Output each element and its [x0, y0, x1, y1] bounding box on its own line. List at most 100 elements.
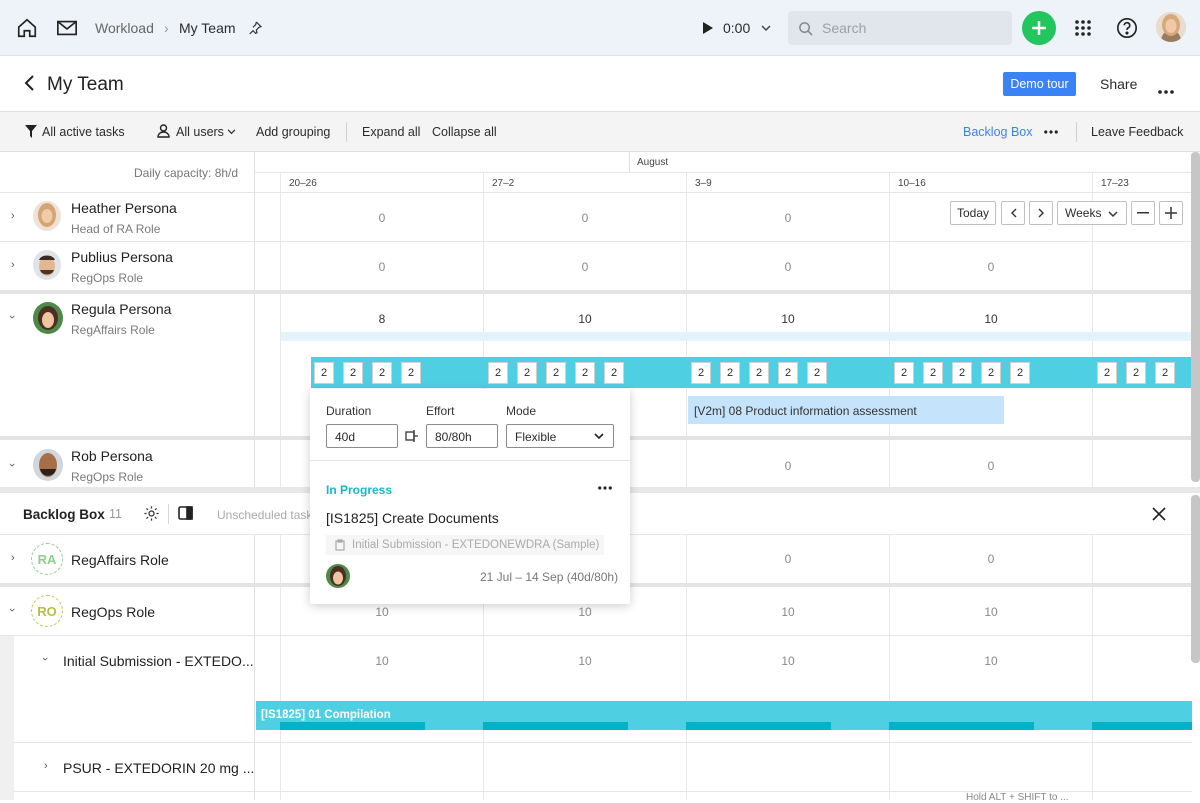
view-select[interactable]: Weeks [1057, 201, 1127, 225]
zoom-out-button[interactable] [1131, 201, 1155, 225]
person-name[interactable]: Publius Persona [71, 249, 173, 265]
allocation-cell[interactable]: 2 [604, 362, 624, 384]
settings-gear-icon[interactable] [143, 505, 160, 522]
avatar [33, 302, 63, 334]
capacity-value: 10 [781, 654, 795, 668]
next-button[interactable] [1029, 201, 1053, 225]
zoom-in-button[interactable] [1159, 201, 1183, 225]
collapse-chevron-icon[interactable]: › [6, 315, 18, 319]
backlog-box-link[interactable]: Backlog Box [963, 125, 1032, 139]
project-chip[interactable]: Initial Submission - EXTEDONEWDRA (Sampl… [326, 535, 604, 555]
project-link: Initial Submission - EXTEDONEWDRA (Sampl… [352, 539, 600, 551]
link-icon[interactable] [403, 429, 419, 443]
allocation-cell[interactable]: 2 [981, 362, 1001, 384]
avatar [33, 449, 63, 481]
collapse-all-button[interactable]: Collapse all [432, 125, 497, 139]
role-name[interactable]: RegAffairs Role [71, 552, 169, 568]
role-initials: RO [37, 603, 57, 619]
collapse-chevron-icon[interactable]: › [39, 657, 51, 661]
demo-tour-button[interactable]: Demo tour [1003, 72, 1076, 96]
mode-select[interactable]: Flexible [506, 424, 614, 448]
add-grouping-button[interactable]: Add grouping [256, 125, 330, 139]
allocation-cell[interactable]: 2 [546, 362, 566, 384]
prev-button[interactable] [1001, 201, 1025, 225]
expand-chevron-icon[interactable]: › [44, 760, 48, 772]
allocation-cell[interactable]: 2 [778, 362, 798, 384]
capacity-value: 8 [378, 312, 386, 326]
group-divider [0, 290, 1200, 294]
allocation-cell[interactable]: 2 [488, 362, 508, 384]
more-options-icon[interactable] [598, 486, 612, 490]
allocation-cell[interactable]: 2 [923, 362, 943, 384]
allocation-cell[interactable]: 2 [1155, 362, 1175, 384]
allocation-cell[interactable]: 2 [952, 362, 972, 384]
project-name[interactable]: PSUR - EXTEDORIN 20 mg ... [63, 760, 254, 776]
unscheduled-tasks-label[interactable]: Unscheduled tasks [217, 508, 310, 522]
collapse-chevron-icon[interactable]: › [6, 463, 18, 467]
scrollbar[interactable] [1191, 495, 1200, 663]
more-options-icon[interactable] [1044, 130, 1058, 134]
person-name[interactable]: Regula Persona [71, 301, 171, 317]
help-icon[interactable] [1113, 14, 1141, 42]
effort-input[interactable]: 80/80h [426, 424, 498, 448]
allocation-segment [686, 722, 831, 730]
breadcrumb-workload[interactable]: Workload [95, 20, 154, 36]
panel-toggle-icon[interactable] [178, 506, 193, 520]
capacity-value: 10 [984, 654, 998, 668]
create-button[interactable] [1022, 11, 1056, 45]
expand-all-button[interactable]: Expand all [362, 125, 420, 139]
allocation-cell[interactable]: 2 [517, 362, 537, 384]
allocation-cell[interactable]: 2 [807, 362, 827, 384]
pin-icon[interactable] [241, 14, 269, 42]
breadcrumb-current: My Team [179, 20, 236, 36]
project-name[interactable]: Initial Submission - EXTEDO... [63, 653, 254, 669]
back-arrow-icon[interactable] [22, 74, 38, 95]
allocation-cell[interactable]: 2 [894, 362, 914, 384]
search-input[interactable]: Search [788, 11, 1012, 45]
capacity-value: 0 [378, 260, 386, 274]
allocation-cell[interactable]: 2 [401, 362, 421, 384]
person-name[interactable]: Rob Persona [71, 448, 153, 464]
daily-capacity-label: Daily capacity: 8h/d [134, 166, 239, 180]
divider [168, 504, 169, 524]
expand-chevron-icon[interactable]: › [11, 210, 15, 222]
person-name[interactable]: Heather Persona [71, 200, 177, 216]
allocation-cell[interactable]: 2 [1097, 362, 1117, 384]
user-icon [157, 124, 170, 138]
user-avatar[interactable] [1156, 12, 1186, 42]
expand-chevron-icon[interactable]: › [11, 259, 15, 271]
duration-input[interactable]: 40d [326, 424, 398, 448]
share-button[interactable]: Share [1100, 76, 1137, 92]
allocation-cell[interactable]: 2 [314, 362, 334, 384]
filter-users-dropdown[interactable]: All users [176, 125, 224, 139]
home-icon[interactable] [13, 14, 41, 42]
allocation-cell[interactable]: 2 [720, 362, 740, 384]
more-options-icon[interactable] [1158, 82, 1174, 97]
expand-chevron-icon[interactable]: › [11, 552, 15, 564]
assignee-avatar[interactable] [326, 564, 350, 588]
allocation-cell[interactable]: 2 [343, 362, 363, 384]
allocation-cell[interactable]: 2 [749, 362, 769, 384]
allocation-cell[interactable]: 2 [1126, 362, 1146, 384]
status-label: In Progress [326, 483, 393, 497]
scrollbar[interactable] [1191, 152, 1200, 482]
mail-icon[interactable] [53, 14, 81, 42]
apps-grid-icon[interactable] [1069, 14, 1097, 42]
capacity-value: 10 [578, 605, 592, 619]
task-title[interactable]: [IS1825] Create Documents [326, 510, 499, 526]
role-name[interactable]: RegOps Role [71, 604, 155, 620]
allocation-cell[interactable]: 2 [1010, 362, 1030, 384]
close-icon[interactable] [1152, 507, 1166, 521]
task-bar[interactable]: [V2m] 08 Product information assessment [688, 396, 1004, 424]
filter-tasks-dropdown[interactable]: All active tasks [42, 125, 125, 139]
allocation-cell[interactable]: 2 [372, 362, 392, 384]
collapse-chevron-icon[interactable]: › [6, 608, 18, 612]
month-divider [629, 152, 630, 172]
allocation-cell[interactable]: 2 [575, 362, 595, 384]
today-button[interactable]: Today [950, 201, 996, 225]
allocation-cell[interactable]: 2 [691, 362, 711, 384]
chevron-down-icon[interactable] [752, 14, 780, 42]
chevron-down-icon [594, 433, 604, 440]
play-icon[interactable] [694, 14, 722, 42]
leave-feedback-link[interactable]: Leave Feedback [1091, 125, 1183, 139]
